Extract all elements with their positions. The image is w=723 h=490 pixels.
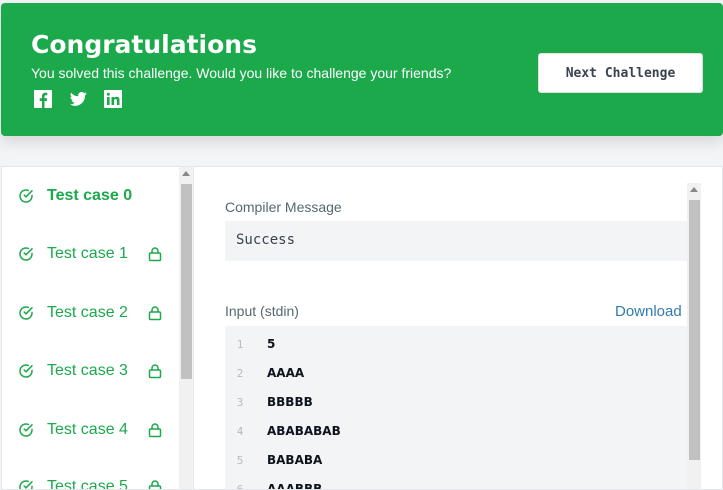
lock-icon [148, 422, 162, 438]
testcase-label: Test case 0 [47, 187, 133, 204]
testcase-item-4[interactable]: Test case 4 [2, 410, 178, 450]
code-line: 2 AAAA [225, 359, 687, 388]
line-number: 1 [236, 338, 244, 351]
testcase-scrollbar[interactable] [179, 167, 192, 489]
check-circle-icon [18, 246, 34, 262]
social-share-links [32, 88, 124, 110]
line-text: BABABA [267, 453, 323, 467]
linkedin-icon[interactable] [102, 88, 124, 110]
check-circle-icon [18, 363, 34, 379]
lock-icon [148, 305, 162, 321]
facebook-icon[interactable] [32, 88, 54, 110]
testcase-item-3[interactable]: Test case 3 [2, 351, 178, 391]
line-text: ABABABAB [267, 424, 341, 438]
banner-subtitle: You solved this challenge. Would you lik… [31, 65, 452, 81]
check-circle-icon [18, 479, 34, 489]
line-number: 6 [236, 483, 244, 490]
line-text: AAAA [267, 366, 305, 380]
scroll-up-arrow-icon[interactable] [690, 187, 698, 192]
banner-title: Congratulations [31, 30, 257, 59]
result-scrollbar[interactable] [687, 183, 701, 489]
testcase-item-1[interactable]: Test case 1 [2, 234, 178, 274]
scrollbar-thumb[interactable] [689, 200, 700, 460]
testcase-label: Test case 3 [47, 362, 128, 379]
next-challenge-button[interactable]: Next Challenge [538, 53, 703, 93]
testcase-item-2[interactable]: Test case 2 [2, 293, 178, 333]
result-panel: Compiler Message Success Input (stdin) D… [193, 166, 723, 490]
compiler-message-label: Compiler Message [225, 199, 342, 215]
twitter-icon[interactable] [67, 88, 89, 110]
check-circle-icon [18, 422, 34, 438]
scrollbar-thumb[interactable] [181, 184, 192, 379]
testcase-item-5[interactable]: Test case 5 [2, 467, 178, 490]
code-line: 5 BABABA [225, 446, 687, 475]
line-text: BBBBB [267, 395, 313, 409]
testcase-item-0[interactable]: Test case 0 [2, 176, 178, 216]
testcase-label: Test case 2 [47, 304, 128, 321]
line-number: 2 [236, 367, 244, 380]
success-banner: Congratulations You solved this challeng… [1, 3, 723, 136]
code-line: 6 AAABBB [225, 475, 687, 490]
code-line: 3 BBBBB [225, 388, 687, 417]
line-text: 5 [267, 337, 276, 351]
testcase-label: Test case 1 [47, 245, 128, 262]
line-number: 4 [236, 425, 244, 438]
line-number: 5 [236, 454, 244, 467]
testcase-label: Test case 4 [47, 421, 128, 438]
input-label: Input (stdin) [225, 303, 299, 319]
line-number: 3 [236, 396, 244, 409]
check-circle-icon [18, 305, 34, 321]
lock-icon [148, 363, 162, 379]
download-link[interactable]: Download [615, 303, 682, 320]
compiler-message-box: Success [225, 221, 687, 261]
line-text: AAABBB [267, 482, 323, 490]
code-line: 1 5 [225, 330, 687, 359]
testcase-label: Test case 5 [47, 478, 128, 490]
input-code-box: 1 5 2 AAAA 3 BBBBB 4 ABABABAB 5 BABABA 6… [225, 326, 687, 490]
code-line: 4 ABABABAB [225, 417, 687, 446]
scroll-up-arrow-icon[interactable] [182, 171, 190, 176]
lock-icon [148, 246, 162, 262]
check-circle-icon [18, 188, 34, 204]
lock-icon [148, 479, 162, 489]
testcase-panel: Test case 0 Test case 1 Test case 2 Test… [1, 166, 192, 490]
